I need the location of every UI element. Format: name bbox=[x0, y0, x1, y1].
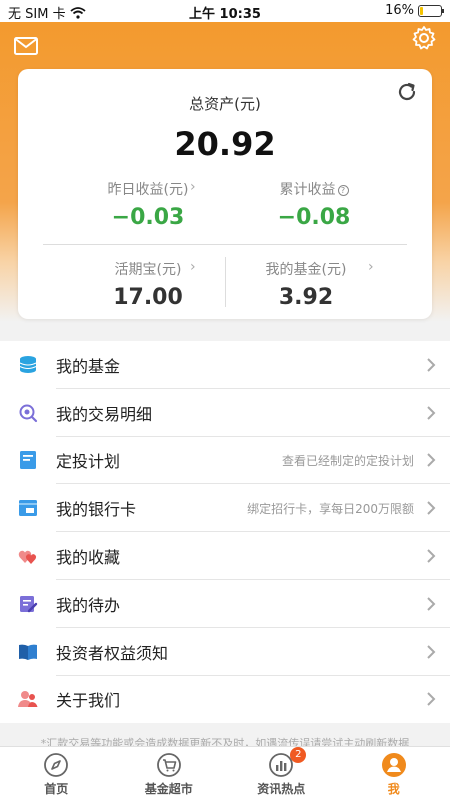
gear-icon[interactable] bbox=[410, 24, 438, 52]
menu-item-title: 关于我们 bbox=[56, 691, 121, 711]
yesterday-earnings-value: −0.03 bbox=[111, 205, 185, 230]
menu-item-about-us[interactable]: 关于我们 bbox=[0, 676, 450, 724]
cumulative-earnings-label: 累计收益 bbox=[279, 182, 336, 198]
asset-summary-card: 总资产(元) 20.92 昨日收益(元) −0.03 › 累计收益? −0.08… bbox=[18, 69, 432, 319]
disclaimer-text: *汇款交易等功能或会造成数据更新不及时，如遇流传误请尝试主动刷新数据 bbox=[40, 737, 410, 747]
document-icon bbox=[20, 451, 36, 470]
my-fund-value: 3.92 bbox=[278, 285, 334, 310]
menu-item-hint: 绑定招行卡，享每日200万限额 bbox=[247, 501, 414, 516]
cumulative-earnings[interactable]: 累计收益? −0.08 bbox=[224, 179, 404, 230]
chevron-right-icon bbox=[427, 549, 436, 563]
huoqibao-value: 17.00 bbox=[113, 285, 183, 310]
tab-news[interactable]: 2 资讯热点 bbox=[225, 747, 338, 800]
compass-icon bbox=[44, 753, 69, 777]
huoqibao-balance[interactable]: 活期宝(元) 17.00 bbox=[58, 259, 238, 310]
tab-label: 基金超市 bbox=[144, 782, 193, 796]
yesterday-earnings[interactable]: 昨日收益(元) −0.03 bbox=[58, 179, 238, 230]
chevron-right-icon bbox=[427, 405, 436, 420]
menu-item-investor-rights[interactable]: 投资者权益须知 bbox=[0, 628, 450, 676]
menu-item-title: 定投计划 bbox=[56, 452, 121, 472]
bottom-tab-bar: 首页 基金超市 2 资讯热点 我 bbox=[0, 746, 450, 800]
chevron-right-icon bbox=[427, 597, 436, 611]
menu-item-title: 我的银行卡 bbox=[56, 500, 137, 520]
menu-item-investment-plan[interactable]: 定投计划 查看已经制定的定投计划 bbox=[0, 437, 450, 485]
tab-label: 我 bbox=[387, 782, 400, 796]
people-icon bbox=[18, 691, 38, 708]
chevron-right-icon bbox=[427, 453, 436, 468]
tab-label: 资讯热点 bbox=[257, 782, 306, 796]
battery-icon bbox=[418, 4, 444, 17]
menu-item-title: 投资者权益须知 bbox=[56, 643, 169, 663]
menu-item-title: 我的待办 bbox=[56, 595, 121, 615]
battery-percent: 16% bbox=[385, 3, 414, 18]
tab-home[interactable]: 首页 bbox=[0, 747, 113, 800]
chevron-right-icon bbox=[427, 501, 436, 515]
bank-card-icon bbox=[19, 500, 37, 517]
coin-stack-icon bbox=[19, 355, 37, 373]
menu-item-favorites[interactable]: 我的收藏 bbox=[0, 532, 450, 580]
huoqibao-chevron-icon: › bbox=[190, 259, 196, 275]
tab-fund-market[interactable]: 基金超市 bbox=[113, 747, 226, 800]
huoqibao-label: 活期宝(元) bbox=[114, 262, 182, 278]
menu-list: 我的基金 我的交易明细 定投计划 查看已经制定的定投计划 我的银行卡 绑定招行卡… bbox=[0, 341, 450, 724]
chevron-right-icon bbox=[427, 692, 436, 707]
person-icon bbox=[381, 753, 406, 777]
cumulative-earnings-value: −0.08 bbox=[277, 205, 351, 230]
news-count-badge: 2 bbox=[290, 747, 307, 763]
menu-item-transactions[interactable]: 我的交易明细 bbox=[0, 389, 450, 437]
card-divider bbox=[43, 244, 407, 245]
menu-item-hint: 查看已经制定的定投计划 bbox=[281, 453, 414, 468]
chevron-right-icon bbox=[427, 644, 436, 659]
my-fund-chevron-icon: › bbox=[368, 259, 374, 275]
tab-label: 首页 bbox=[44, 782, 69, 796]
menu-item-title: 我的收藏 bbox=[56, 548, 121, 568]
menu-item-bank-card[interactable]: 我的银行卡 绑定招行卡，享每日200万限额 bbox=[0, 484, 450, 533]
search-circle-icon bbox=[19, 404, 38, 422]
question-icon[interactable]: ? bbox=[337, 185, 349, 196]
chevron-right-icon bbox=[427, 358, 436, 372]
edit-list-icon bbox=[20, 595, 38, 613]
cart-icon bbox=[156, 753, 181, 777]
total-assets-value: 20.92 bbox=[174, 125, 276, 163]
menu-item-title: 我的基金 bbox=[56, 356, 121, 376]
status-time: 上午 10:35 bbox=[189, 7, 261, 22]
menu-item-todo[interactable]: 我的待办 bbox=[0, 580, 450, 628]
menu-item-title: 我的交易明细 bbox=[56, 404, 153, 424]
yesterday-chevron-icon: › bbox=[190, 179, 196, 195]
total-assets-label: 总资产(元) bbox=[189, 95, 261, 113]
yesterday-earnings-label: 昨日收益(元) bbox=[107, 182, 189, 198]
status-bar: 无 SIM 卡 上午 10:35 16% bbox=[0, 0, 450, 22]
menu-item-my-fund[interactable]: 我的基金 bbox=[0, 341, 450, 389]
mail-icon[interactable] bbox=[14, 37, 38, 55]
book-icon bbox=[19, 644, 37, 660]
tab-me[interactable]: 我 bbox=[338, 747, 450, 800]
hearts-icon bbox=[18, 550, 37, 565]
